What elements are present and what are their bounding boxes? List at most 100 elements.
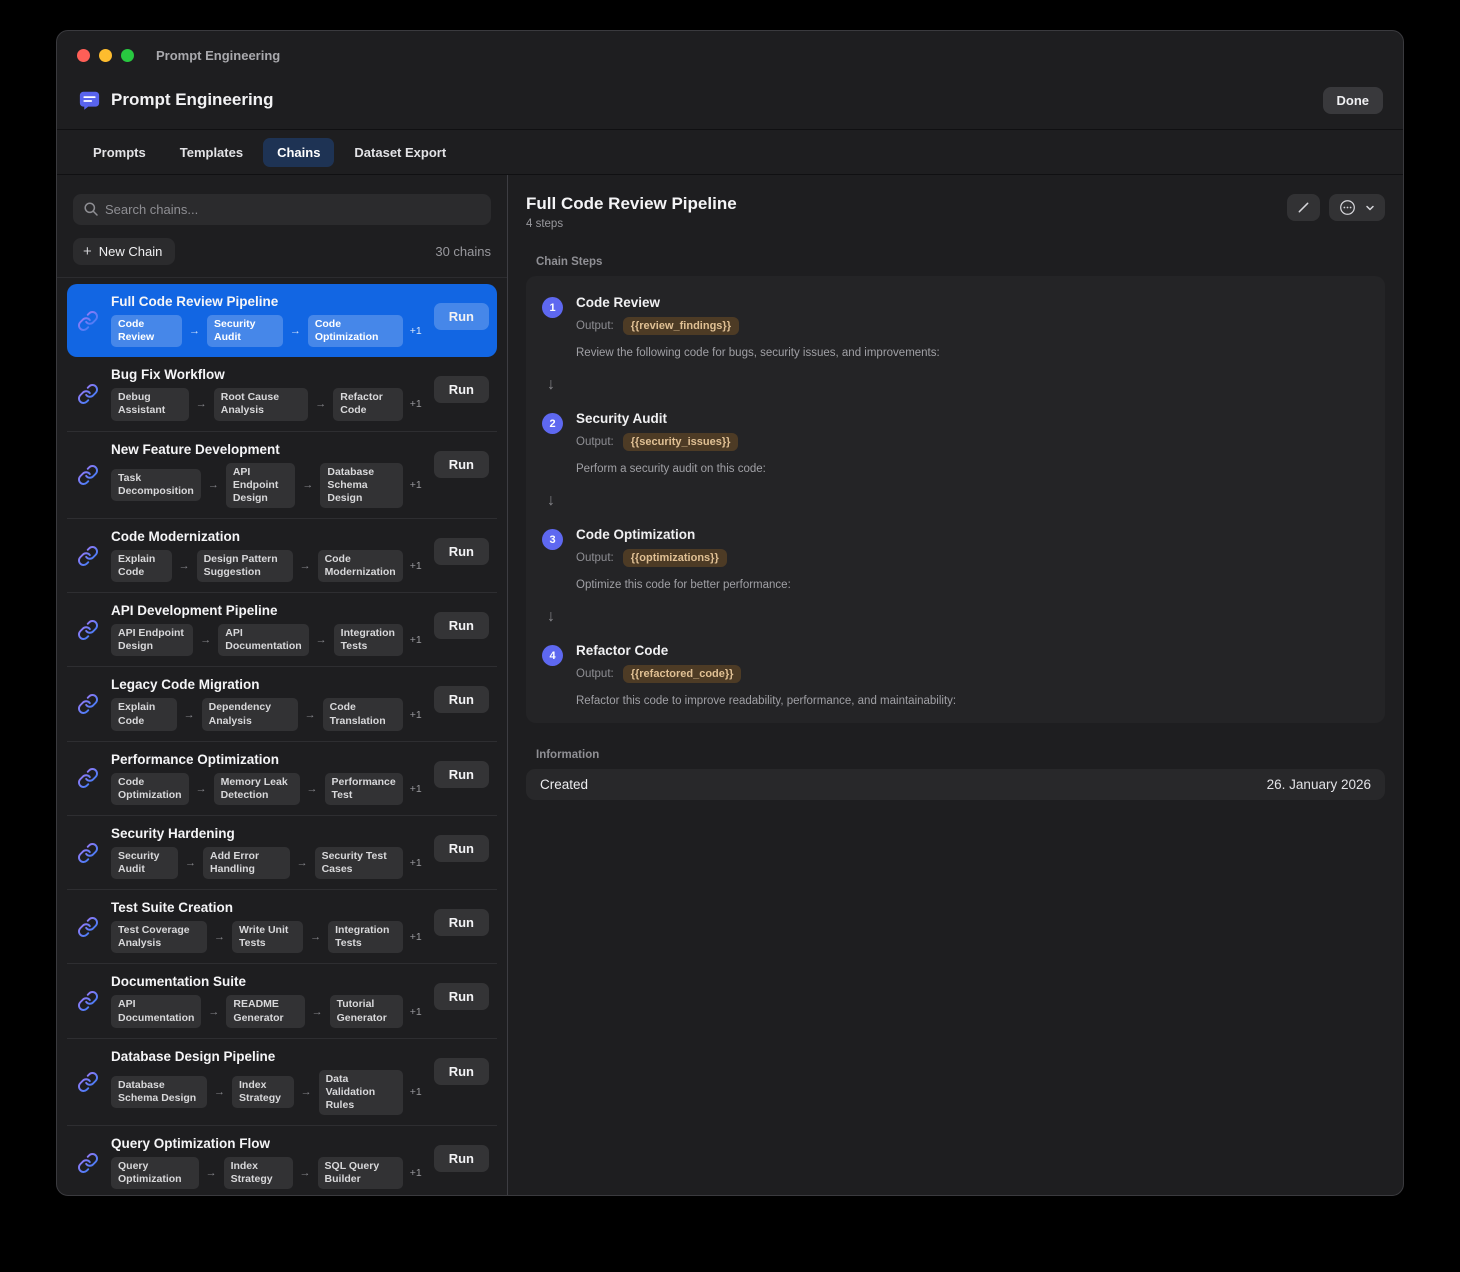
- run-button[interactable]: Run: [434, 538, 489, 565]
- chain-list-item[interactable]: Query Optimization Flow Query Optimizati…: [67, 1125, 497, 1195]
- chain-step-chip: Explain Code: [111, 698, 177, 730]
- run-button[interactable]: Run: [434, 686, 489, 713]
- arrow-right-icon: →: [307, 783, 318, 795]
- app-window: Prompt Engineering Prompt Engineering Do…: [56, 30, 1404, 1196]
- chain-steps-label: Chain Steps: [536, 256, 1385, 268]
- step-number-badge: 3: [542, 529, 563, 550]
- traffic-lights: [77, 49, 134, 62]
- more-steps-count: +1: [410, 931, 422, 943]
- more-steps-count: +1: [410, 783, 422, 795]
- run-button[interactable]: Run: [434, 451, 489, 478]
- step-number-badge: 1: [542, 297, 563, 318]
- chain-list-item[interactable]: Bug Fix Workflow Debug Assistant→Root Ca…: [67, 357, 497, 430]
- arrow-right-icon: →: [185, 857, 196, 869]
- chain-list-item[interactable]: Database Design Pipeline Database Schema…: [67, 1038, 497, 1125]
- run-button[interactable]: Run: [434, 835, 489, 862]
- arrow-right-icon: →: [189, 325, 200, 337]
- app-header: Prompt Engineering Done: [57, 79, 1403, 129]
- run-button[interactable]: Run: [434, 909, 489, 936]
- arrow-right-icon: →: [305, 709, 316, 721]
- chain-step-chip: Code Translation: [323, 698, 403, 730]
- tab-chains[interactable]: Chains: [263, 138, 334, 167]
- list-tools: + New Chain 30 chains: [73, 238, 491, 265]
- run-button[interactable]: Run: [434, 1145, 489, 1172]
- run-button[interactable]: Run: [434, 303, 489, 330]
- chain-step-chip: Root Cause Analysis: [214, 388, 308, 420]
- chain-steps-preview: Query Optimization→Index Strategy→SQL Qu…: [111, 1157, 422, 1189]
- chain-list-item[interactable]: API Development Pipeline API Endpoint De…: [67, 592, 497, 666]
- step-prompt-text: Perform a security audit on this code:: [576, 463, 1369, 475]
- plus-icon: +: [83, 244, 92, 259]
- zoom-window-button[interactable]: [121, 49, 134, 62]
- more-steps-count: +1: [410, 1086, 422, 1098]
- more-steps-count: +1: [410, 560, 422, 572]
- chain-step-chip: Security Test Cases: [315, 847, 403, 879]
- chain-step-chip: SQL Query Builder: [318, 1157, 403, 1189]
- chains-sidebar: + New Chain 30 chains Full Code Review P…: [57, 175, 508, 1195]
- run-button[interactable]: Run: [434, 612, 489, 639]
- output-label: Output:: [576, 320, 614, 332]
- chain-step-chip: Refactor Code: [333, 388, 403, 420]
- chain-step-chip: API Endpoint Design: [111, 624, 193, 656]
- chain-list-item[interactable]: Code Modernization Explain Code→Design P…: [67, 518, 497, 592]
- chain-step-chip: Code Optimization: [308, 315, 403, 347]
- chain-title: Database Design Pipeline: [111, 1049, 422, 1064]
- chain-steps-preview: Task Decomposition→API Endpoint Design→D…: [111, 463, 422, 508]
- more-steps-count: +1: [410, 398, 422, 410]
- tab-prompts[interactable]: Prompts: [79, 138, 160, 167]
- new-chain-button[interactable]: + New Chain: [73, 238, 175, 265]
- chain-link-icon: [77, 842, 99, 864]
- done-button[interactable]: Done: [1323, 87, 1384, 114]
- chain-steps-preview: Debug Assistant→Root Cause Analysis→Refa…: [111, 388, 422, 420]
- chain-title: API Development Pipeline: [111, 603, 422, 618]
- chain-step-chip: API Documentation: [218, 624, 308, 656]
- chain-link-icon: [77, 1071, 99, 1093]
- edit-chain-button[interactable]: [1287, 194, 1320, 221]
- chevron-down-icon: [1365, 203, 1375, 213]
- tab-bar: PromptsTemplatesChainsDataset Export: [57, 129, 1403, 175]
- chain-step-chip: Debug Assistant: [111, 388, 189, 420]
- arrow-right-icon: →: [184, 709, 195, 721]
- close-window-button[interactable]: [77, 49, 90, 62]
- tab-dataset-export[interactable]: Dataset Export: [340, 138, 460, 167]
- tab-templates[interactable]: Templates: [166, 138, 257, 167]
- chain-list-item[interactable]: Full Code Review Pipeline Code Review→Se…: [67, 284, 497, 357]
- created-value: 26. January 2026: [1267, 777, 1371, 792]
- arrow-right-icon: →: [214, 1086, 225, 1098]
- chain-step-chip: Index Strategy: [224, 1157, 293, 1189]
- search-input[interactable]: [73, 194, 491, 225]
- chain-list-item[interactable]: New Feature Development Task Decompositi…: [67, 431, 497, 518]
- more-steps-count: +1: [410, 857, 422, 869]
- chain-list-item[interactable]: Performance Optimization Code Optimizati…: [67, 741, 497, 815]
- chain-steps-preview: Code Optimization→Memory Leak Detection→…: [111, 773, 422, 805]
- run-button[interactable]: Run: [434, 983, 489, 1010]
- chain-step-chip: Add Error Handling: [203, 847, 290, 879]
- chain-list-item[interactable]: Documentation Suite API Documentation→RE…: [67, 963, 497, 1037]
- run-button[interactable]: Run: [434, 376, 489, 403]
- output-label: Output:: [576, 552, 614, 564]
- arrow-right-icon: →: [208, 1006, 219, 1018]
- minimize-window-button[interactable]: [99, 49, 112, 62]
- chain-step-chip: Query Optimization: [111, 1157, 199, 1189]
- arrow-right-icon: →: [200, 634, 211, 646]
- step-prompt-text: Refactor this code to improve readabilit…: [576, 695, 1369, 707]
- step-prompt-text: Review the following code for bugs, secu…: [576, 347, 1369, 359]
- chain-step: 4 Refactor Code Output: {{refactored_cod…: [542, 634, 1369, 707]
- output-variable-chip: {{optimizations}}: [623, 549, 727, 567]
- chain-step: 3 Code Optimization Output: {{optimizati…: [542, 518, 1369, 591]
- arrow-right-icon: →: [316, 634, 327, 646]
- chain-list-item[interactable]: Security Hardening Security Audit→Add Er…: [67, 815, 497, 889]
- chain-step-chip: Task Decomposition: [111, 469, 201, 501]
- chain-list: Full Code Review Pipeline Code Review→Se…: [57, 277, 507, 1195]
- arrow-right-icon: →: [302, 479, 313, 491]
- output-label: Output:: [576, 668, 614, 680]
- chain-list-item[interactable]: Test Suite Creation Test Coverage Analys…: [67, 889, 497, 963]
- chain-step-chip: Database Schema Design: [320, 463, 402, 508]
- arrow-down-icon: ↓: [547, 608, 1369, 626]
- arrow-right-icon: →: [179, 560, 190, 572]
- arrow-right-icon: →: [206, 1167, 217, 1179]
- run-button[interactable]: Run: [434, 1058, 489, 1085]
- more-options-button[interactable]: [1329, 194, 1385, 221]
- run-button[interactable]: Run: [434, 761, 489, 788]
- chain-list-item[interactable]: Legacy Code Migration Explain Code→Depen…: [67, 666, 497, 740]
